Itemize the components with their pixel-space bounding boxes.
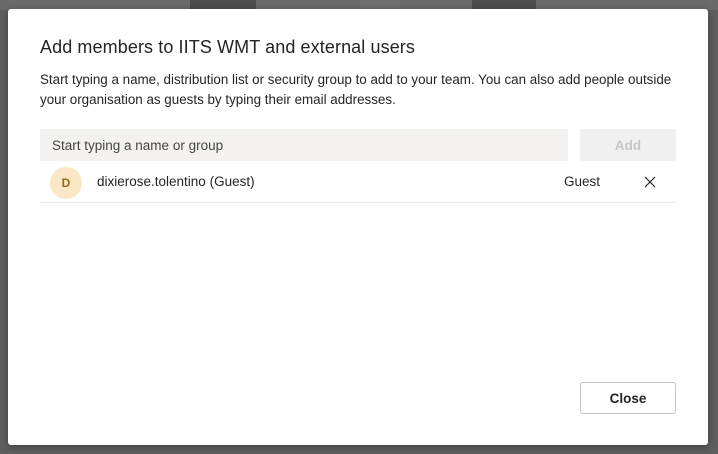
avatar: D <box>50 167 82 199</box>
member-role[interactable]: Guest <box>564 174 600 189</box>
remove-member-button[interactable] <box>640 172 660 192</box>
member-list-item: D dixierose.tolentino (Guest) Guest <box>40 165 676 203</box>
close-button[interactable]: Close <box>580 382 676 414</box>
add-button[interactable]: Add <box>580 129 676 161</box>
close-icon <box>644 176 656 188</box>
member-name: dixierose.tolentino (Guest) <box>97 174 255 189</box>
dialog-title: Add members to IITS WMT and external use… <box>40 37 416 57</box>
member-search-input[interactable] <box>40 129 568 161</box>
dialog-description: Start typing a name, distribution list o… <box>40 72 672 107</box>
add-members-dialog: Add members to IITS WMT and external use… <box>8 9 708 445</box>
